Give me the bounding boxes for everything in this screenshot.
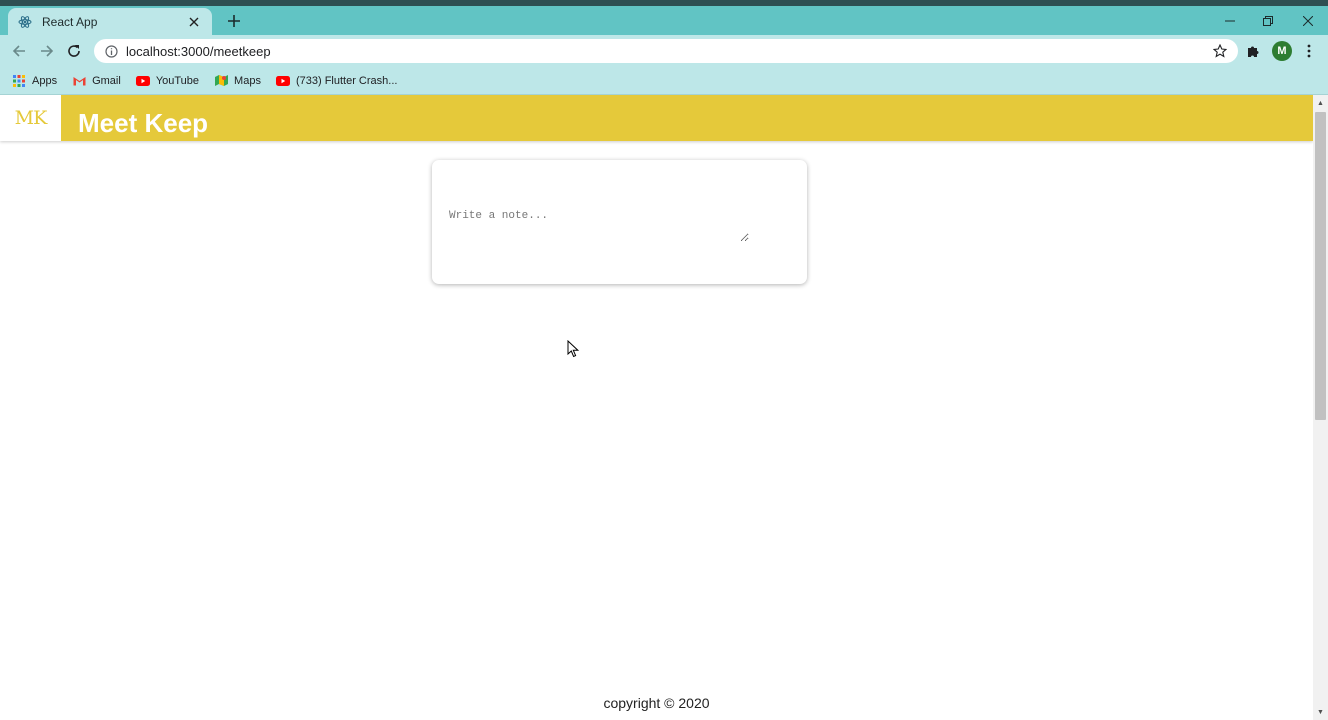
bookmark-flutter-crash[interactable]: (733) Flutter Crash... — [275, 74, 398, 88]
puzzle-extension-icon[interactable] — [1244, 42, 1262, 60]
bookmark-label: YouTube — [155, 74, 200, 87]
bookmark-apps[interactable]: Apps — [12, 74, 57, 88]
react-icon — [18, 15, 32, 29]
plus-icon[interactable] — [224, 11, 244, 31]
scroll-down-icon[interactable]: ▼ — [1313, 706, 1328, 718]
tab-strip: React App — [0, 6, 1328, 35]
footer: copyright © 2020 — [603, 695, 710, 711]
bookmark-youtube[interactable]: YouTube — [135, 74, 200, 88]
bookmark-label: Apps — [32, 74, 58, 87]
bookmark-label: Gmail — [92, 74, 121, 87]
back-arrow-icon[interactable] — [8, 40, 30, 62]
kebab-menu-icon[interactable] — [1301, 41, 1317, 61]
restore-icon[interactable] — [1258, 11, 1278, 31]
youtube-icon — [275, 74, 290, 88]
reload-icon[interactable] — [63, 40, 85, 62]
page-title: Meet Keep — [78, 108, 209, 138]
maps-icon — [214, 74, 228, 88]
browser-toolbar: localhost:3000/meetkeep M — [0, 35, 1328, 67]
scrollbar-thumb[interactable] — [1315, 112, 1326, 420]
scroll-up-icon[interactable]: ▲ — [1313, 97, 1328, 109]
window-close-icon[interactable] — [1298, 11, 1318, 31]
page-viewport: MK Meet Keep copyright © 2020 — [0, 95, 1313, 720]
tab-react-app[interactable]: React App — [8, 8, 212, 35]
url-text[interactable]: localhost:3000/meetkeep — [126, 44, 1212, 59]
bookmark-maps[interactable]: Maps — [214, 74, 261, 88]
tab-title: React App — [42, 14, 98, 29]
forward-arrow-icon[interactable] — [36, 40, 58, 62]
logo-text: MK — [14, 107, 48, 129]
note-input[interactable] — [449, 210, 749, 242]
bookmark-gmail[interactable]: Gmail — [72, 74, 121, 88]
address-bar[interactable]: localhost:3000/meetkeep — [94, 39, 1238, 63]
logo: MK — [0, 95, 61, 141]
bookmark-label: Maps — [234, 74, 261, 87]
gmail-icon — [72, 74, 86, 88]
bookmarks-bar: Apps Gmail YouTube Maps (733) Flutter Cr… — [0, 67, 1328, 95]
minimize-icon[interactable] — [1220, 11, 1240, 31]
app-header: MK Meet Keep — [0, 95, 1313, 141]
apps-grid-icon — [12, 74, 26, 88]
info-icon[interactable] — [104, 44, 118, 58]
youtube-icon — [135, 74, 150, 88]
profile-avatar[interactable]: M — [1272, 41, 1292, 61]
close-icon[interactable] — [186, 14, 202, 30]
bookmark-label: (733) Flutter Crash... — [295, 74, 398, 87]
create-note-card — [432, 160, 807, 284]
page-scrollbar[interactable]: ▲ ▼ — [1313, 95, 1328, 720]
mouse-cursor-icon — [567, 340, 579, 358]
bookmark-star-icon[interactable] — [1212, 43, 1228, 59]
